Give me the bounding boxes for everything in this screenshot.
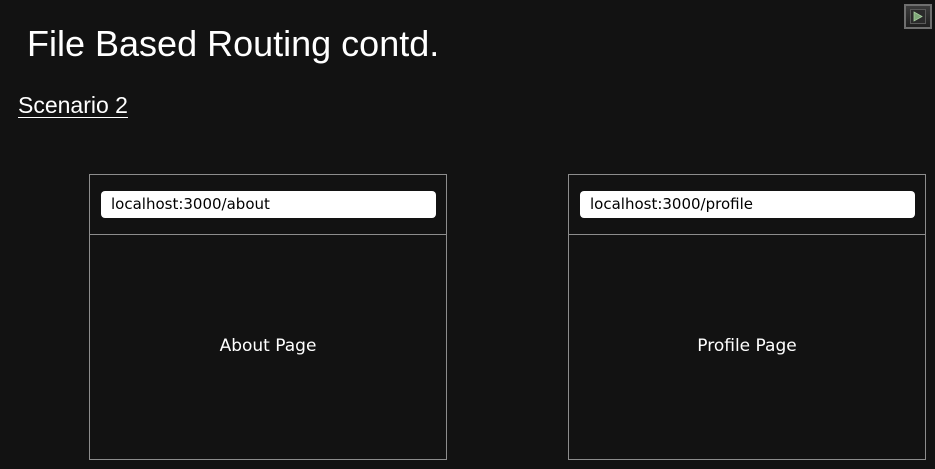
browser-header: localhost:3000/profile	[569, 175, 925, 235]
play-icon	[910, 9, 926, 24]
play-button[interactable]	[904, 4, 932, 29]
slide: File Based Routing contd. Scenario 2 loc…	[0, 0, 935, 469]
address-bar[interactable]: localhost:3000/about	[101, 191, 436, 218]
slide-subtitle: Scenario 2	[18, 92, 128, 118]
page-label: About Page	[219, 336, 317, 356]
browser-header: localhost:3000/about	[90, 175, 446, 235]
page-label: Profile Page	[697, 336, 797, 356]
browser-body: About Page	[90, 235, 446, 459]
slide-title: File Based Routing contd.	[27, 23, 440, 64]
browser-mockup-profile: localhost:3000/profile Profile Page	[568, 174, 926, 460]
browser-body: Profile Page	[569, 235, 925, 459]
address-bar[interactable]: localhost:3000/profile	[580, 191, 915, 218]
browser-mockup-about: localhost:3000/about About Page	[89, 174, 447, 460]
